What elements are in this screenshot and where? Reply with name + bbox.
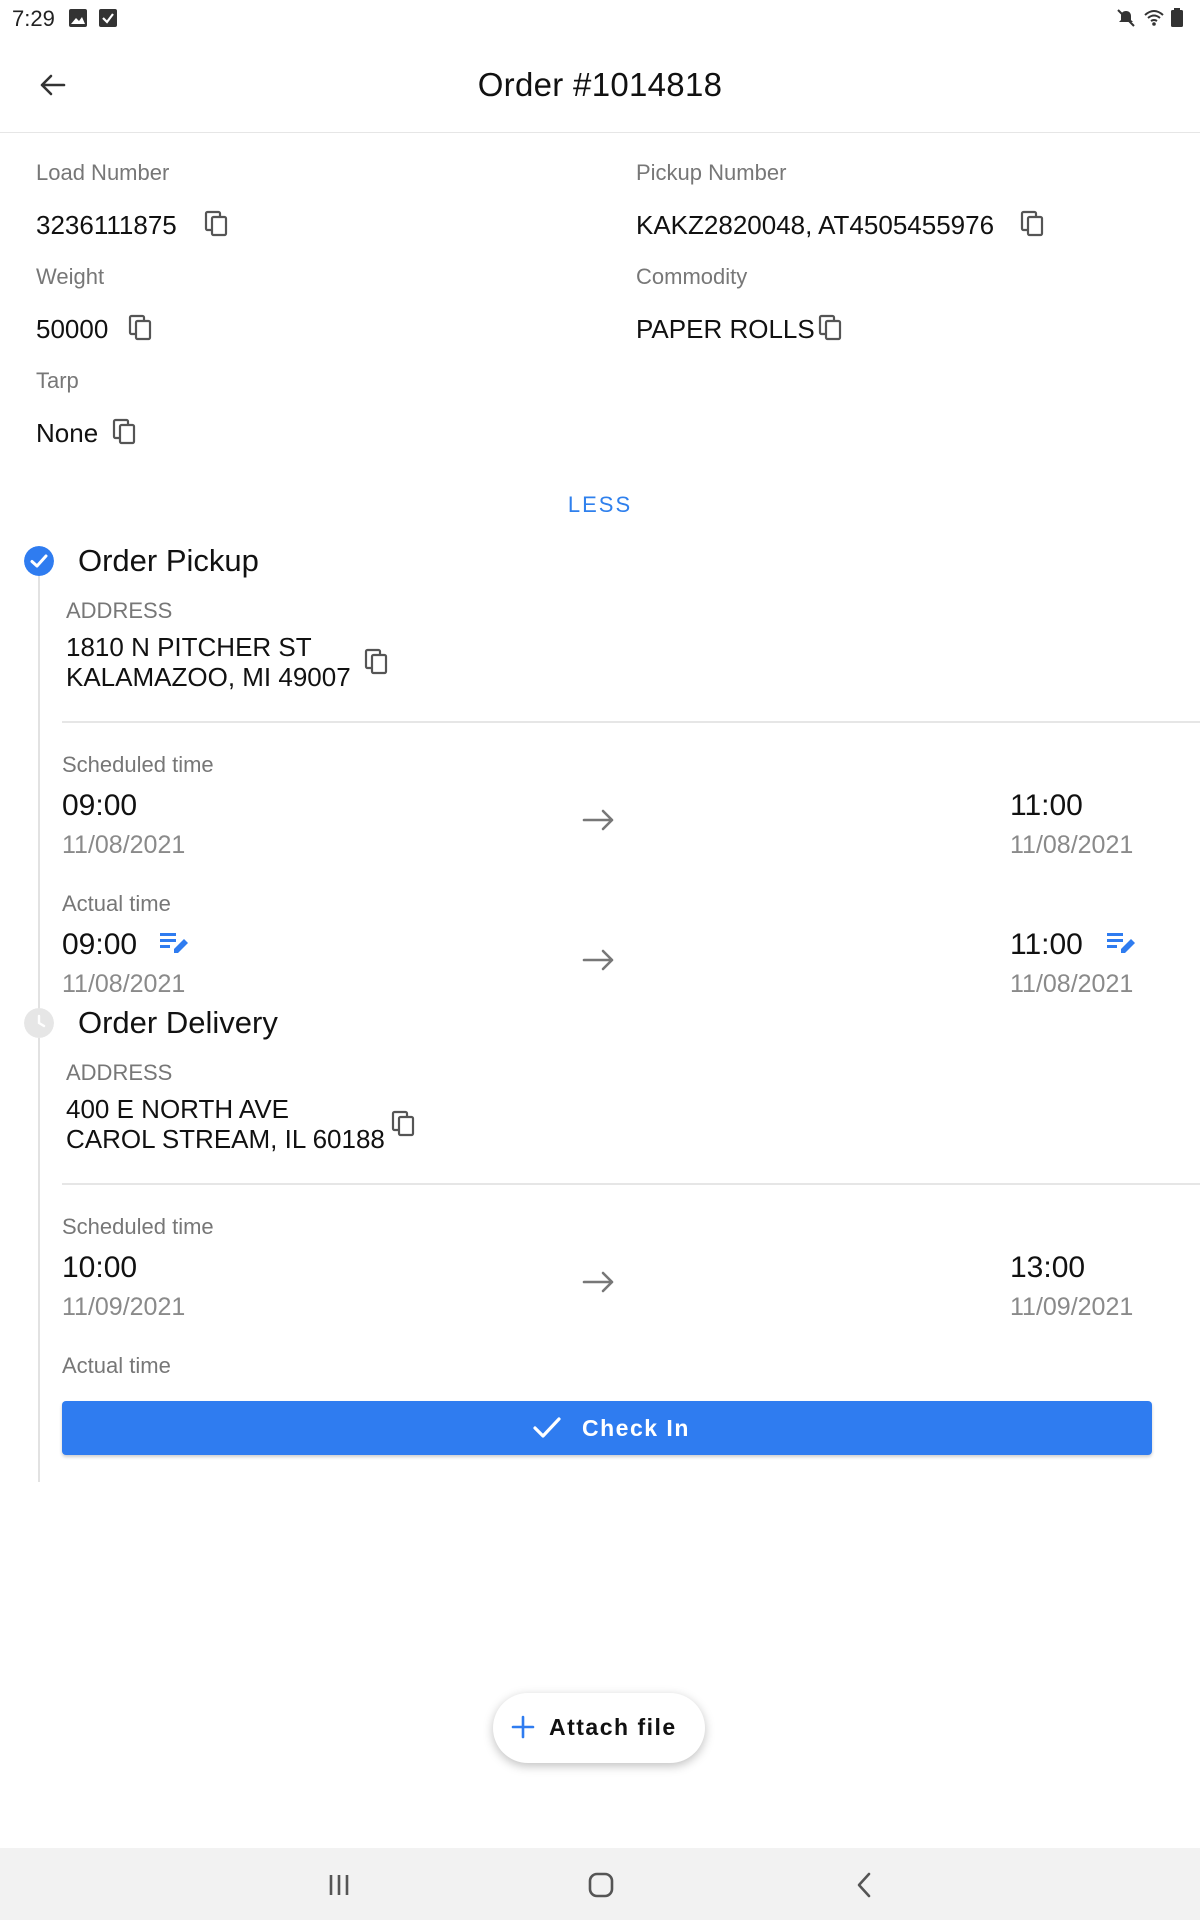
pickup-scheduled-end-date: 11/08/2021 xyxy=(1010,831,1134,859)
copy-icon[interactable] xyxy=(818,314,844,342)
pickup-scheduled-start-time: 09:00 xyxy=(62,789,138,822)
arrow-right-icon xyxy=(582,809,614,831)
copy-icon[interactable] xyxy=(391,1110,417,1138)
delivery-address-label: ADDRESS xyxy=(66,1060,173,1085)
pickup-scheduled-start-date: 11/08/2021 xyxy=(62,831,186,859)
page-title: Order #1014818 xyxy=(477,66,723,103)
copy-icon[interactable] xyxy=(128,314,154,342)
edit-note-icon[interactable] xyxy=(160,931,190,957)
system-nav-bar xyxy=(0,1848,1200,1920)
arrow-right-icon xyxy=(582,949,614,971)
pickup-number-label: Pickup Number xyxy=(636,160,787,185)
check-in-label: Check In xyxy=(582,1415,690,1441)
pickup-actual-end-time: 11:00 xyxy=(1010,928,1083,961)
tarp-field: Tarp None xyxy=(36,368,136,448)
step-title-pickup: Order Pickup xyxy=(78,543,259,578)
load-number-field: Load Number 3236111875 xyxy=(36,160,228,240)
delivery-address-line1: 400 E NORTH AVE xyxy=(66,1094,290,1124)
checkbox-icon xyxy=(99,9,117,27)
pickup-address-line2: KALAMAZOO, MI 49007 xyxy=(66,662,351,692)
copy-icon[interactable] xyxy=(364,648,390,676)
commodity-field: Commodity PAPER ROLLS xyxy=(636,264,842,344)
status-bar: 7:29 xyxy=(0,0,1200,36)
delivery-scheduled-end-time: 13:00 xyxy=(1010,1251,1086,1284)
weight-value: 50000 xyxy=(36,314,109,344)
copy-icon[interactable] xyxy=(1020,210,1046,238)
load-number-label: Load Number xyxy=(36,160,170,185)
pickup-actual-end-date: 11/08/2021 xyxy=(1010,970,1134,998)
delivery-scheduled-label: Scheduled time xyxy=(62,1214,214,1239)
app-bar: Order #1014818 xyxy=(0,36,1200,133)
clock-icon xyxy=(24,1008,54,1038)
weight-field: Weight 50000 xyxy=(36,264,152,344)
attach-file-button[interactable]: Attach file xyxy=(493,1693,705,1763)
status-time: 7:29 xyxy=(12,6,55,31)
checkmark-icon xyxy=(533,1417,561,1438)
divider xyxy=(62,721,1200,723)
delivery-address-line2: CAROL STREAM, IL 60188 xyxy=(66,1124,385,1154)
mute-icon xyxy=(1117,9,1135,27)
divider xyxy=(62,1183,1200,1185)
timeline-line-pickup xyxy=(38,576,40,1012)
step-title-delivery: Order Delivery xyxy=(78,1005,278,1040)
delivery-scheduled-start-date: 11/09/2021 xyxy=(62,1293,186,1321)
edit-note-icon[interactable] xyxy=(1107,931,1137,957)
timeline-line-delivery xyxy=(38,1038,40,1482)
pickup-scheduled-label: Scheduled time xyxy=(62,752,214,777)
pickup-number-field: Pickup Number KAKZ2820048, AT4505455976 xyxy=(636,160,1044,240)
less-toggle-button[interactable]: LESS xyxy=(0,492,1200,518)
pickup-actual-start-date: 11/08/2021 xyxy=(62,970,186,998)
commodity-value: PAPER ROLLS xyxy=(636,314,815,344)
home-icon[interactable] xyxy=(586,1870,616,1900)
tarp-label: Tarp xyxy=(36,368,79,393)
pickup-address-label: ADDRESS xyxy=(66,598,173,623)
load-number-value: 3236111875 xyxy=(36,210,177,240)
weight-label: Weight xyxy=(36,264,105,289)
check-in-button[interactable]: Check In xyxy=(62,1401,1152,1455)
tarp-value: None xyxy=(36,418,99,448)
copy-icon[interactable] xyxy=(204,210,230,238)
back-icon[interactable] xyxy=(850,1870,880,1900)
attach-file-label: Attach file xyxy=(549,1714,677,1740)
copy-icon[interactable] xyxy=(112,418,138,446)
pickup-scheduled-end-time: 11:00 xyxy=(1010,789,1083,822)
image-icon xyxy=(69,9,87,27)
delivery-scheduled-end-date: 11/09/2021 xyxy=(1010,1293,1134,1321)
pickup-actual-label: Actual time xyxy=(62,891,171,916)
delivery-scheduled-start-time: 10:00 xyxy=(62,1251,138,1284)
plus-icon xyxy=(511,1715,535,1739)
pickup-address-line1: 1810 N PITCHER ST xyxy=(66,632,312,662)
delivery-actual-label: Actual time xyxy=(62,1353,171,1378)
battery-icon xyxy=(1171,8,1183,27)
pickup-actual-start-time: 09:00 xyxy=(62,928,138,961)
wifi-icon xyxy=(1144,10,1164,26)
check-circle-icon xyxy=(24,546,54,576)
recent-apps-icon[interactable] xyxy=(324,1870,354,1900)
commodity-label: Commodity xyxy=(636,264,748,289)
arrow-right-icon xyxy=(582,1271,614,1293)
pickup-number-value: KAKZ2820048, AT4505455976 xyxy=(636,210,995,240)
